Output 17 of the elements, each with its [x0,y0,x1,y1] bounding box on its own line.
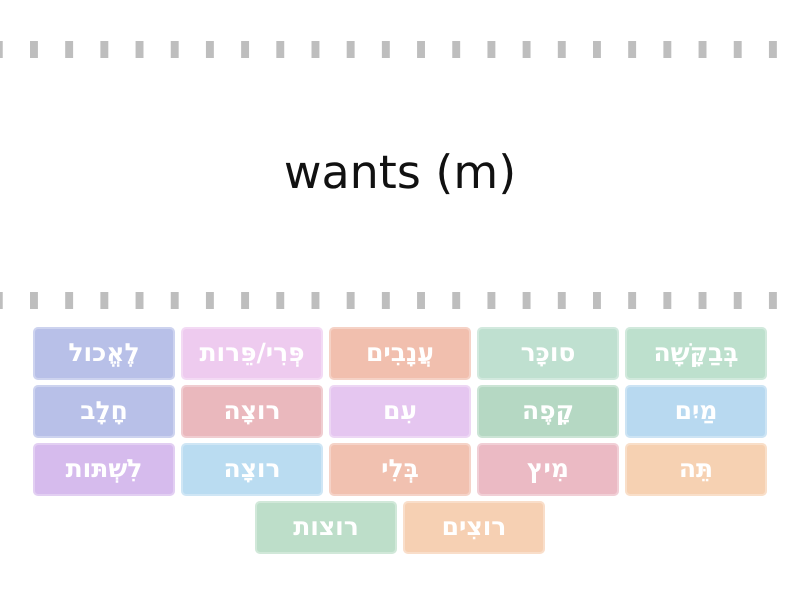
word-tile[interactable]: מִיץ [477,443,619,496]
word-tile[interactable]: רוצָה [181,443,323,496]
word-tile[interactable]: לִשְׁתּות [33,443,175,496]
word-tile[interactable]: בְּבַקָּשָׁה [625,327,767,380]
word-tile[interactable]: תֵּה [625,443,767,496]
word-tile[interactable]: רוצָה [181,385,323,438]
word-tile[interactable]: לֶאֱכול [33,327,175,380]
word-tile[interactable]: עִם [329,385,471,438]
word-tile[interactable]: עֲנָבִים [329,327,471,380]
word-tile[interactable]: רוצות [255,501,397,554]
prompt-text: wants (m) [284,145,516,202]
word-tile[interactable]: מַיִם [625,385,767,438]
word-tile[interactable]: חָלָב [33,385,175,438]
word-tile[interactable]: רוצִים [403,501,545,554]
word-tile[interactable]: קָפֶה [477,385,619,438]
word-tile[interactable]: סוכָּר [477,327,619,380]
word-tile[interactable]: בְּלִי [329,443,471,496]
